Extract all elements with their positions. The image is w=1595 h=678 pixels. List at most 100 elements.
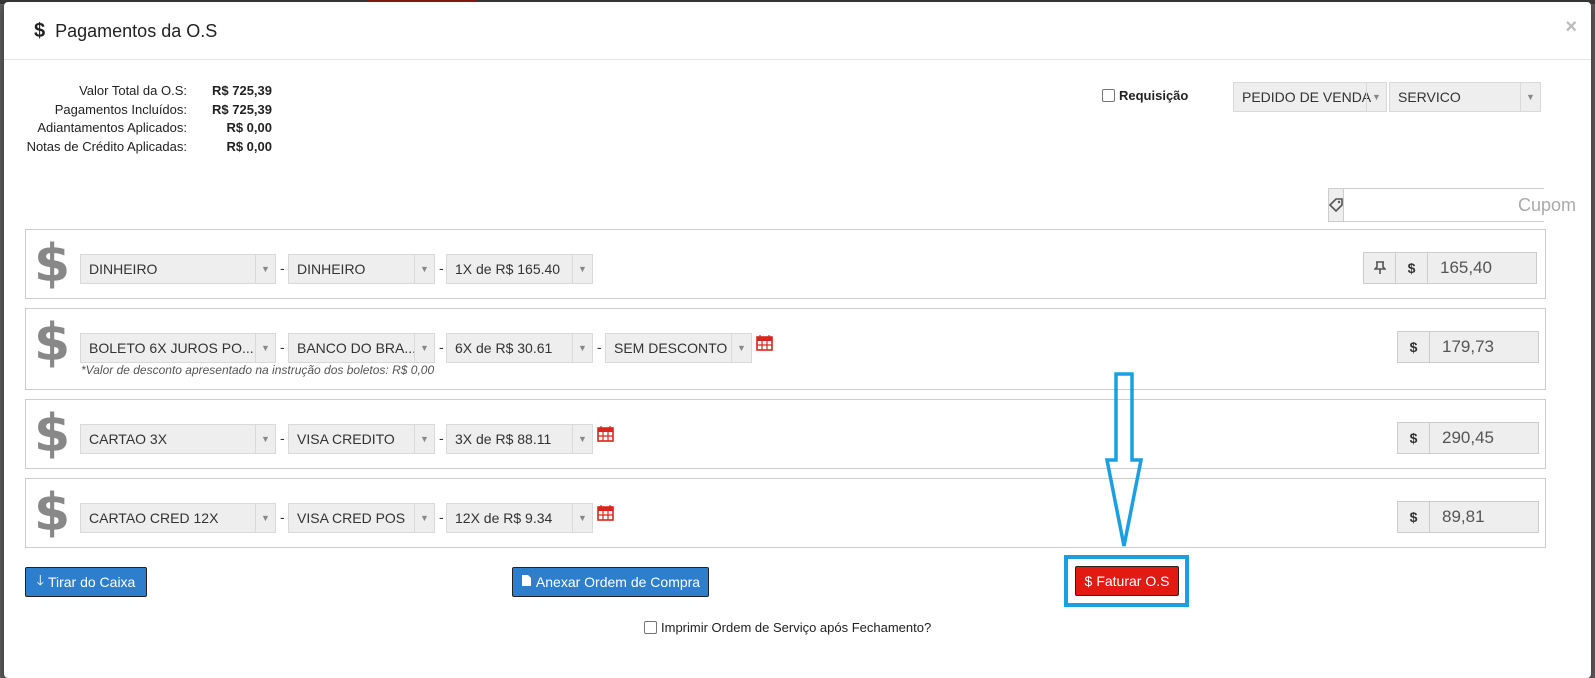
boleto-discount-note: *Valor de desconto apresentado na instru… <box>81 363 435 377</box>
calendar-icon[interactable] <box>597 504 614 521</box>
tirar-do-caixa-label: Tirar do Caixa <box>47 574 136 590</box>
print-after-close-checkbox[interactable] <box>644 621 657 634</box>
amount-input[interactable]: 89,81 <box>1430 502 1538 532</box>
conta-select[interactable]: VISA CREDITO ▼ <box>288 424 435 454</box>
parcelas-select[interactable]: 3X de R$ 88.11 ▼ <box>446 424 593 454</box>
modal-title: $ Pagamentos da O.S <box>34 20 217 43</box>
chevron-down-icon: ▼ <box>572 255 592 283</box>
calendar-icon[interactable] <box>756 334 773 351</box>
forma-select[interactable]: BOLETO 6X JUROS PO... ▼ <box>80 333 276 363</box>
summary-value: R$ 0,00 <box>226 120 272 135</box>
requisicao-checkbox[interactable] <box>1102 89 1115 102</box>
faturar-os-button[interactable]: $ Faturar O.S <box>1075 566 1179 596</box>
forma-value: DINHEIRO <box>89 261 158 277</box>
cupom-input[interactable] <box>1344 189 1588 221</box>
forma-select[interactable]: DINHEIRO ▼ <box>80 254 276 284</box>
categoria-select-value: SERVICO <box>1398 89 1461 105</box>
separator: - <box>439 430 444 446</box>
chevron-down-icon: ▼ <box>414 504 434 532</box>
dollar-icon: $ <box>34 313 71 373</box>
conta-value: BANCO DO BRA... <box>297 340 417 356</box>
chevron-down-icon: ▼ <box>1366 83 1386 111</box>
summary-row: Notas de Crédito Aplicadas: R$ 0,00 <box>24 138 272 157</box>
anexar-ordem-label: Anexar Ordem de Compra <box>535 574 701 590</box>
modal-header: $ Pagamentos da O.S × <box>4 2 1591 60</box>
arrow-down-icon: 🡓 <box>36 572 44 588</box>
payment-row: $ DINHEIRO ▼ - DINHEIRO ▼ - 1X de R$ 165.4… <box>25 229 1546 299</box>
modal-title-text: Pagamentos da O.S <box>55 21 218 41</box>
parcelas-select[interactable]: 6X de R$ 30.61 ▼ <box>446 333 593 363</box>
dollar-icon: $ <box>34 483 71 543</box>
separator: - <box>597 339 602 355</box>
faturar-os-label: Faturar O.S <box>1096 573 1170 589</box>
conta-select[interactable]: DINHEIRO ▼ <box>288 254 435 284</box>
currency-addon: $ <box>1398 423 1430 453</box>
summary-value: R$ 725,39 <box>212 83 272 98</box>
amount-input[interactable]: 290,45 <box>1430 423 1538 453</box>
payment-row: $ BOLETO 6X JUROS PO... ▼ - BANCO DO BRA.… <box>25 308 1546 390</box>
chevron-down-icon: ▼ <box>731 334 751 362</box>
dollar-icon: $ <box>1084 573 1093 589</box>
tipo-select[interactable]: PEDIDO DE VENDA ▼ <box>1233 82 1387 112</box>
parcelas-select[interactable]: 1X de R$ 165.40 ▼ <box>446 254 593 284</box>
forma-value: CARTAO 3X <box>89 431 168 447</box>
print-after-close-option[interactable]: Imprimir Ordem de Serviço após Fechament… <box>644 620 931 635</box>
tag-icon[interactable] <box>1329 189 1344 221</box>
summary-label: Pagamentos Incluídos: <box>54 101 187 117</box>
separator: - <box>439 509 444 525</box>
conta-value: VISA CRED POS <box>297 510 406 526</box>
chevron-down-icon: ▼ <box>572 334 592 362</box>
parcelas-value: 1X de R$ 165.40 <box>455 261 561 277</box>
parcelas-value: 12X de R$ 9.34 <box>455 510 553 526</box>
requisicao-option[interactable]: Requisição <box>1102 88 1188 103</box>
amount-input[interactable]: 179,73 <box>1430 332 1538 362</box>
amount-group: $ 290,45 <box>1397 422 1539 454</box>
separator: - <box>439 260 444 276</box>
requisicao-label: Requisição <box>1119 88 1189 103</box>
chevron-down-icon: ▼ <box>255 425 275 453</box>
separator: - <box>280 430 285 446</box>
forma-select[interactable]: CARTAO CRED 12X ▼ <box>80 503 276 533</box>
currency-addon: $ <box>1398 502 1430 532</box>
chevron-down-icon: ▼ <box>414 334 434 362</box>
summary-row: Valor Total da O.S: R$ 725,39 <box>24 82 272 101</box>
chevron-down-icon: ▼ <box>1520 83 1540 111</box>
summary-label: Notas de Crédito Aplicadas: <box>26 138 187 154</box>
payment-row: $ CARTAO 3X ▼ - VISA CREDITO ▼ - 3X de R$ … <box>25 399 1546 469</box>
anexar-ordem-button[interactable]: Anexar Ordem de Compra <box>512 567 709 597</box>
dollar-icon: $ <box>34 234 71 294</box>
cupom-group <box>1328 188 1588 222</box>
summary-value: R$ 0,00 <box>226 138 272 154</box>
tipo-select-value: PEDIDO DE VENDA <box>1242 89 1372 105</box>
parcelas-value: 3X de R$ 88.11 <box>455 431 552 447</box>
chevron-down-icon: ▼ <box>414 255 434 283</box>
parcelas-select[interactable]: 12X de R$ 9.34 ▼ <box>446 503 593 533</box>
separator: - <box>280 339 285 355</box>
categoria-select[interactable]: SERVICO ▼ <box>1389 82 1541 112</box>
amount-input[interactable]: 165,40 <box>1428 253 1536 283</box>
file-icon <box>521 574 532 590</box>
currency-addon: $ <box>1396 253 1428 283</box>
pin-icon[interactable] <box>1364 253 1396 283</box>
chevron-down-icon: ▼ <box>255 504 275 532</box>
desconto-select[interactable]: SEM DESCONTO ▼ <box>605 333 752 363</box>
annotation-arrow-icon <box>1104 372 1144 547</box>
close-icon[interactable]: × <box>1565 16 1577 39</box>
forma-select[interactable]: CARTAO 3X ▼ <box>80 424 276 454</box>
conta-select[interactable]: BANCO DO BRA... ▼ <box>288 333 435 363</box>
chevron-down-icon: ▼ <box>572 504 592 532</box>
amount-group: $ 89,81 <box>1397 501 1539 533</box>
tirar-do-caixa-button[interactable]: 🡓 Tirar do Caixa <box>25 567 147 597</box>
dollar-icon: $ <box>34 404 71 464</box>
desconto-value: SEM DESCONTO <box>614 340 728 356</box>
conta-select[interactable]: VISA CRED POS ▼ <box>288 503 435 533</box>
parcelas-value: 6X de R$ 30.61 <box>455 340 553 356</box>
payments-modal: $ Pagamentos da O.S × Valor Total da O.S… <box>4 2 1591 678</box>
amount-group: $ 179,73 <box>1397 331 1539 363</box>
summary-row: Pagamentos Incluídos: R$ 725,39 <box>24 101 272 120</box>
summary-label: Adiantamentos Aplicados: <box>37 120 187 135</box>
summary-value: R$ 725,39 <box>212 101 272 117</box>
calendar-icon[interactable] <box>597 425 614 442</box>
summary-label: Valor Total da O.S: <box>79 83 187 98</box>
separator: - <box>439 339 444 355</box>
